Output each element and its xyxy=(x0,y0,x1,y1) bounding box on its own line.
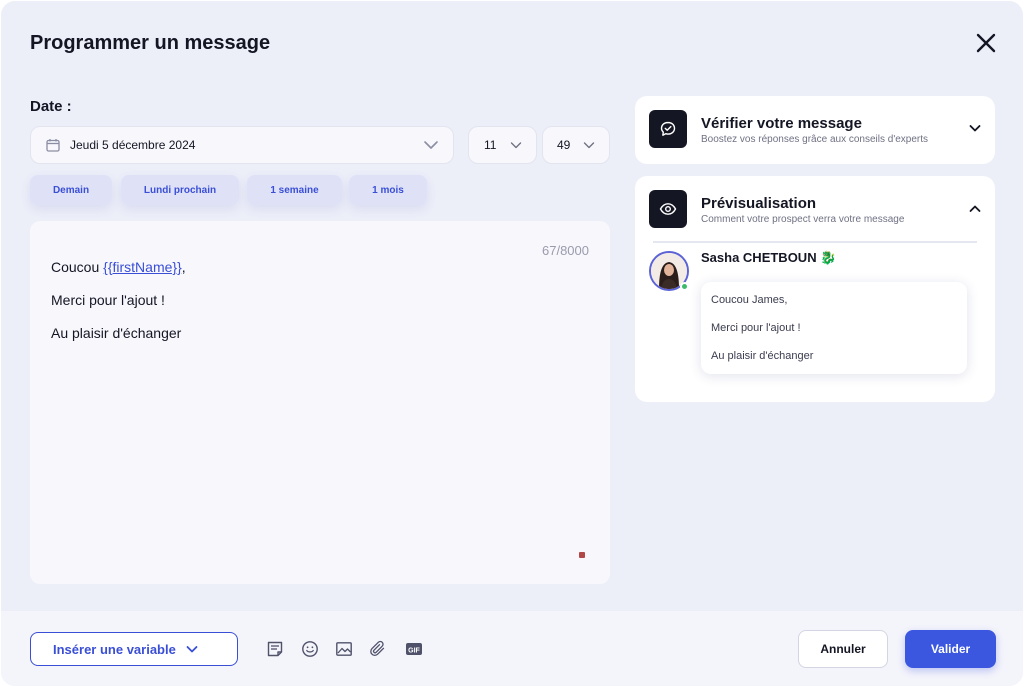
preview-card: Prévisualisation Comment votre prospect … xyxy=(635,176,995,402)
greeting-text: Coucou xyxy=(51,259,104,275)
quick-date-one-month[interactable]: 1 mois xyxy=(349,175,427,205)
modal-footer: Insérer une variable GIF Annuler Valider xyxy=(1,611,1023,686)
editor-line-thanks: Merci pour l'ajout ! xyxy=(51,292,165,308)
sender-name-text: Sasha CHETBOUN xyxy=(701,250,817,265)
template-icon[interactable] xyxy=(265,639,285,659)
editor-line-closing: Au plaisir d'échanger xyxy=(51,325,182,341)
schedule-message-modal: Programmer un message Date : Jeudi 5 déc… xyxy=(1,1,1023,686)
preview-line-closing: Au plaisir d'échanger xyxy=(711,350,814,362)
message-preview-bubble: Coucou James, Merci pour l'ajout ! Au pl… xyxy=(701,282,967,374)
close-icon xyxy=(976,33,996,53)
gif-label: GIF xyxy=(408,647,420,654)
dragon-emoji-icon: 🐉 xyxy=(820,250,837,265)
preview-divider xyxy=(653,241,977,243)
sender-name: Sasha CHETBOUN 🐉 xyxy=(701,250,836,266)
editor-marker xyxy=(579,552,585,558)
hour-select[interactable]: 11 xyxy=(468,126,537,164)
first-name-variable[interactable]: {{firstName}} xyxy=(103,259,182,275)
preview-line-greeting: Coucou James, xyxy=(711,294,788,306)
insert-variable-button[interactable]: Insérer une variable xyxy=(30,632,238,666)
preview-card-title: Prévisualisation xyxy=(701,195,817,212)
character-counter: 67/8000 xyxy=(542,243,589,258)
date-picker[interactable]: Jeudi 5 décembre 2024 xyxy=(30,126,454,164)
online-status-dot xyxy=(680,282,689,291)
quick-date-tomorrow[interactable]: Demain xyxy=(30,175,112,205)
preview-card-subtitle: Comment votre prospect verra votre messa… xyxy=(701,214,905,225)
gif-icon[interactable]: GIF xyxy=(404,639,424,659)
verify-card-title: Vérifier votre message xyxy=(701,115,862,132)
attachment-icon[interactable] xyxy=(368,639,388,659)
chevron-down-icon xyxy=(510,142,522,149)
sender-avatar-wrapper xyxy=(649,251,689,291)
verify-card-subtitle: Boostez vos réponses grâce aux conseils … xyxy=(701,134,929,145)
date-value: Jeudi 5 décembre 2024 xyxy=(70,138,196,152)
eye-icon xyxy=(649,190,687,228)
quick-date-next-monday[interactable]: Lundi prochain xyxy=(121,175,239,205)
image-icon[interactable] xyxy=(334,639,354,659)
modal-title: Programmer un message xyxy=(30,32,271,54)
chat-check-icon xyxy=(649,110,687,148)
minute-value: 49 xyxy=(557,138,571,152)
date-label: Date : xyxy=(30,98,72,115)
validate-button[interactable]: Valider xyxy=(905,630,996,668)
emoji-icon[interactable] xyxy=(300,639,320,659)
calendar-icon xyxy=(46,139,60,152)
message-editor[interactable]: 67/8000 Coucou {{firstName}}, Merci pour… xyxy=(30,221,610,584)
chevron-down-icon[interactable] xyxy=(969,124,981,133)
quick-date-one-week[interactable]: 1 semaine xyxy=(247,175,342,205)
greeting-suffix: , xyxy=(181,259,186,275)
close-button[interactable] xyxy=(973,30,999,56)
insert-variable-label: Insérer une variable xyxy=(53,641,176,657)
editor-line-greeting: Coucou {{firstName}}, xyxy=(51,259,186,275)
cancel-button[interactable]: Annuler xyxy=(798,630,888,668)
chevron-down-icon xyxy=(583,142,595,149)
chevron-up-icon[interactable] xyxy=(969,204,981,213)
chevron-down-icon xyxy=(186,645,198,652)
minute-select[interactable]: 49 xyxy=(542,126,610,164)
hour-value: 11 xyxy=(484,138,497,152)
verify-message-card[interactable]: Vérifier votre message Boostez vos répon… xyxy=(635,96,995,164)
preview-line-thanks: Merci pour l'ajout ! xyxy=(711,322,801,334)
chevron-down-icon xyxy=(424,141,438,149)
